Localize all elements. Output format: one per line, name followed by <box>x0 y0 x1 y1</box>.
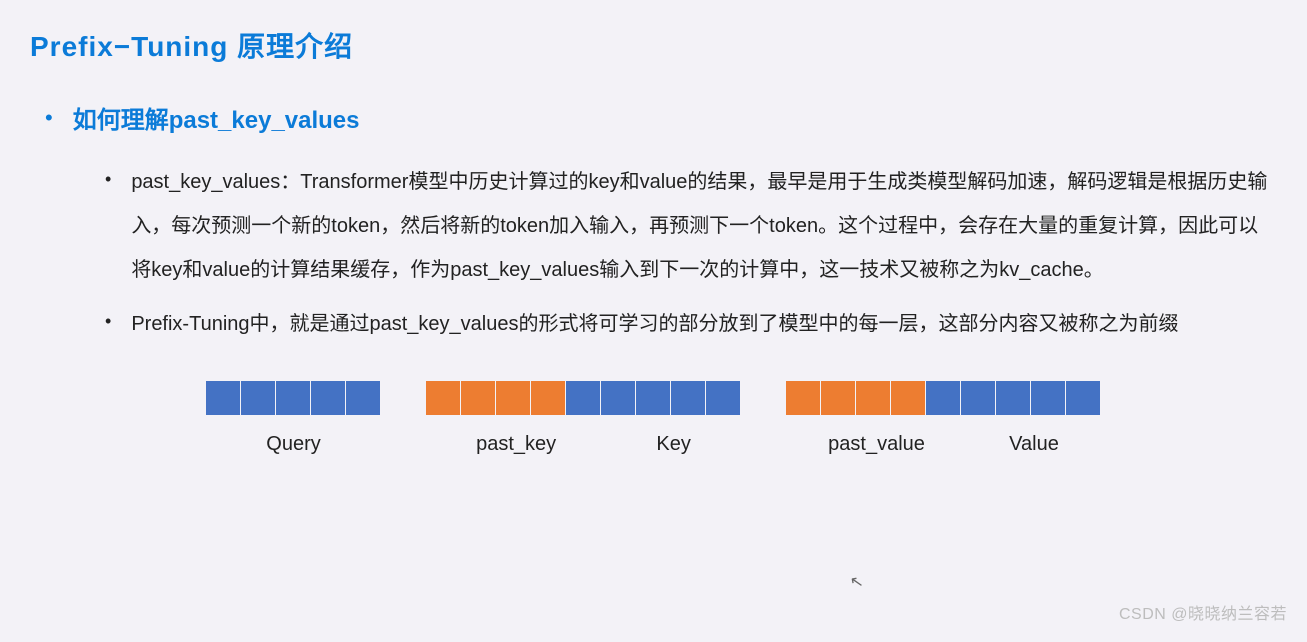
blue-box <box>346 381 380 415</box>
diagram-group: past_value Value <box>786 381 1101 456</box>
blue-box <box>671 381 705 415</box>
blue-box <box>276 381 310 415</box>
bullet-icon: • <box>105 160 111 292</box>
labels-row: Query <box>206 433 381 456</box>
bullet-list: • past_key_values：Transformer模型中历史计算过的ke… <box>105 160 1277 346</box>
diagram-label: Value <box>1009 433 1059 456</box>
orange-box <box>786 381 820 415</box>
bullet-icon: • <box>45 107 53 129</box>
blue-box <box>706 381 740 415</box>
orange-box <box>891 381 925 415</box>
orange-box <box>821 381 855 415</box>
orange-box <box>496 381 530 415</box>
orange-box <box>531 381 565 415</box>
cursor-icon: ↖ <box>848 571 865 593</box>
boxes-row <box>206 381 381 415</box>
diagram-label: past_value <box>828 433 925 456</box>
list-item: • past_key_values：Transformer模型中历史计算过的ke… <box>105 160 1277 292</box>
blue-box <box>996 381 1030 415</box>
orange-box <box>856 381 890 415</box>
diagram-label: past_key <box>476 433 556 456</box>
boxes-row <box>426 381 741 415</box>
orange-box <box>461 381 495 415</box>
blue-box <box>206 381 240 415</box>
section-heading: 如何理解past_key_values <box>73 100 360 135</box>
list-item-text: Prefix-Tuning中，就是通过past_key_values的形式将可学… <box>131 302 1178 346</box>
boxes-row <box>786 381 1101 415</box>
blue-box <box>636 381 670 415</box>
blue-box <box>1031 381 1065 415</box>
kv-diagram: Query past_key Key past_value Value <box>30 381 1277 456</box>
blue-box <box>241 381 275 415</box>
bullet-icon: • <box>105 302 111 346</box>
diagram-group: Query <box>206 381 381 456</box>
blue-box <box>926 381 960 415</box>
list-item-text: past_key_values：Transformer模型中历史计算过的key和… <box>131 160 1277 292</box>
orange-box <box>426 381 460 415</box>
labels-row: past_key Key <box>426 433 741 456</box>
blue-box <box>566 381 600 415</box>
labels-row: past_value Value <box>786 433 1101 456</box>
section-heading-row: • 如何理解past_key_values <box>45 100 1277 135</box>
diagram-label: Query <box>266 433 320 456</box>
section: • 如何理解past_key_values • past_key_values：… <box>45 100 1277 346</box>
blue-box <box>1066 381 1100 415</box>
list-item: • Prefix-Tuning中，就是通过past_key_values的形式将… <box>105 302 1277 346</box>
blue-box <box>961 381 995 415</box>
watermark: CSDN @晓晓纳兰容若 <box>1119 600 1287 624</box>
diagram-label: Key <box>656 433 690 456</box>
diagram-group: past_key Key <box>426 381 741 456</box>
page-title: Prefix−Tuning 原理介绍 <box>30 25 1277 65</box>
blue-box <box>601 381 635 415</box>
blue-box <box>311 381 345 415</box>
